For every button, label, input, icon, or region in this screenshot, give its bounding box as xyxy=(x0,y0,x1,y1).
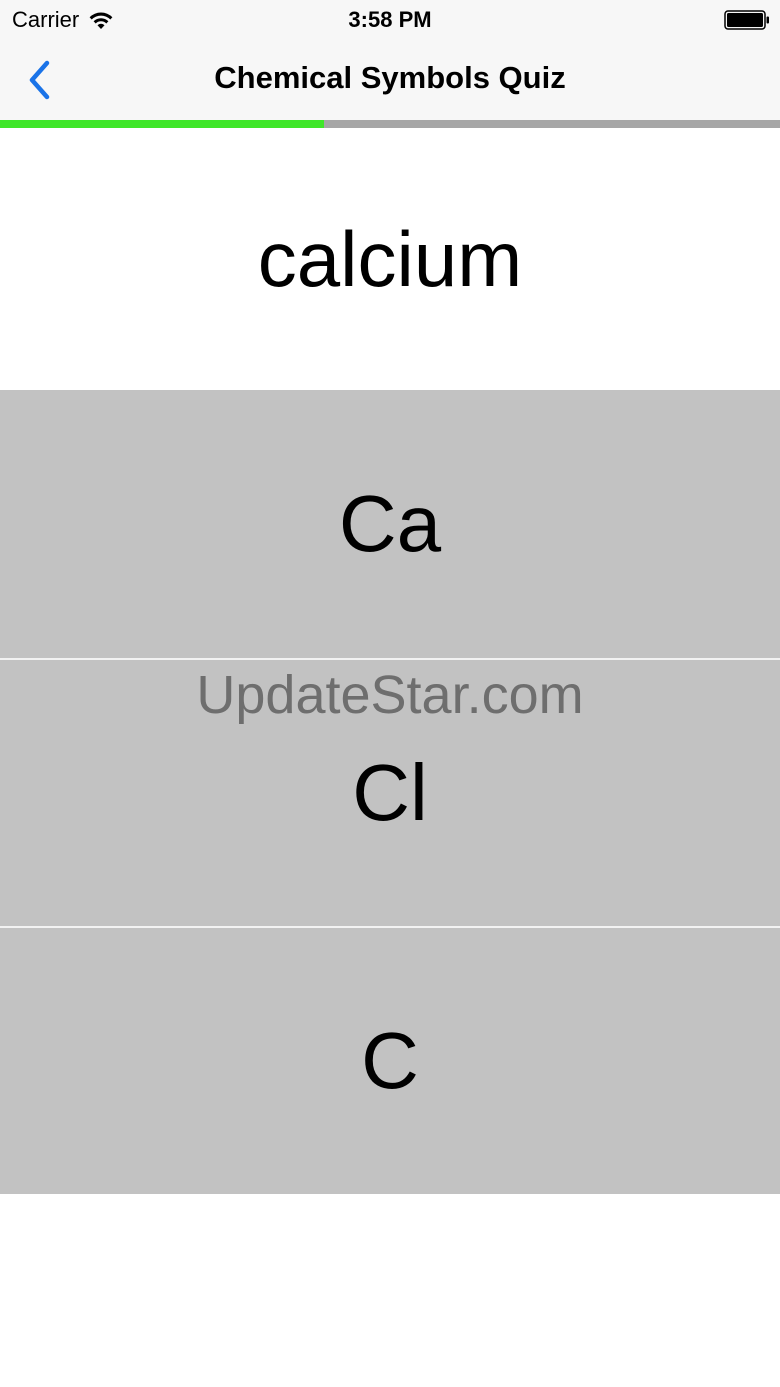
battery-full-icon xyxy=(724,10,769,30)
question-word: calcium xyxy=(257,214,523,303)
answer-option-3[interactable]: C xyxy=(0,926,780,1194)
quiz-progress-bar xyxy=(0,120,780,128)
answer-list: Ca Cl C xyxy=(0,390,780,1194)
navigation-bar: Chemical Symbols Quiz xyxy=(0,40,780,120)
quiz-screen: Carrier 3:58 PM Chemical Symbols Quiz ca… xyxy=(0,0,780,1387)
page-title: Chemical Symbols Quiz xyxy=(214,60,566,95)
answer-option-1[interactable]: Ca xyxy=(0,390,780,658)
status-time: 3:58 PM xyxy=(348,7,432,32)
answer-option-2[interactable]: Cl xyxy=(0,658,780,926)
status-bar: Carrier 3:58 PM xyxy=(0,0,780,40)
quiz-progress-fill xyxy=(0,120,324,128)
